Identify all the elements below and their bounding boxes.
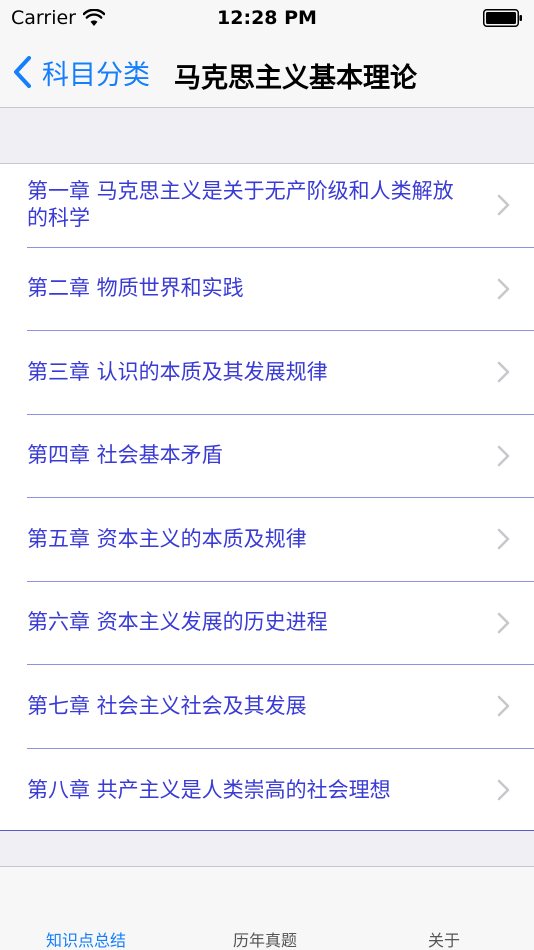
- chevron-right-icon: [497, 195, 510, 216]
- chevron-right-icon: [497, 612, 510, 633]
- chevron-right-icon: [497, 362, 510, 383]
- tab-past-exams[interactable]: 历年真题: [233, 927, 297, 950]
- chapter-label: 第五章 资本主义的本质及规律: [27, 526, 307, 551]
- navigation-bar: 科目分类 马克思主义基本理论: [0, 36, 534, 108]
- back-label: 科目分类: [42, 59, 150, 91]
- chevron-left-icon: [14, 56, 31, 88]
- chapter-row[interactable]: 第七章 社会主义社会及其发展: [27, 665, 534, 749]
- chapter-row[interactable]: 第五章 资本主义的本质及规律: [27, 498, 534, 582]
- chapter-row[interactable]: 第八章 共产主义是人类崇高的社会理想: [27, 749, 534, 833]
- chapter-row[interactable]: 第一章 马克思主义是关于无产阶级和人类解放的科学: [27, 164, 534, 248]
- chapter-list: 第一章 马克思主义是关于无产阶级和人类解放的科学 第二章 物质世界和实践 第三章…: [0, 163, 534, 831]
- chapter-row[interactable]: 第六章 资本主义发展的历史进程: [27, 582, 534, 665]
- chapter-row[interactable]: 第四章 社会基本矛盾: [27, 415, 534, 498]
- chapter-row[interactable]: 第三章 认识的本质及其发展规律: [27, 331, 534, 415]
- page-title: 马克思主义基本理论: [174, 63, 417, 94]
- chapter-label: 第八章 共产主义是人类崇高的社会理想: [27, 777, 391, 802]
- chevron-right-icon: [497, 445, 510, 466]
- chapter-label: 第一章 马克思主义是关于无产阶级和人类解放的科学: [27, 179, 454, 231]
- battery-icon: [483, 9, 522, 27]
- chevron-right-icon: [497, 278, 510, 299]
- clock: 12:28 PM: [217, 7, 317, 29]
- chapter-label: 第三章 认识的本质及其发展规律: [27, 359, 328, 384]
- tab-bar: 知识点总结 历年真题 关于: [0, 866, 534, 950]
- chapter-row[interactable]: 第二章 物质世界和实践: [27, 248, 534, 331]
- chapter-label: 第二章 物质世界和实践: [27, 276, 244, 301]
- screen: Carrier 12:28 PM 科目分类 马克思主义基本理论 第一章 马克思主…: [0, 0, 534, 950]
- chevron-right-icon: [497, 529, 510, 550]
- tab-about[interactable]: 关于: [428, 927, 460, 950]
- chapter-label: 第六章 资本主义发展的历史进程: [27, 610, 328, 635]
- chevron-right-icon: [497, 696, 510, 717]
- chapter-label: 第四章 社会基本矛盾: [27, 443, 223, 468]
- chevron-right-icon: [497, 780, 510, 801]
- status-bar: Carrier 12:28 PM: [0, 0, 534, 36]
- chapter-label: 第七章 社会主义社会及其发展: [27, 693, 307, 718]
- back-button[interactable]: 科目分类: [12, 52, 150, 92]
- tab-knowledge-summary[interactable]: 知识点总结: [46, 927, 126, 950]
